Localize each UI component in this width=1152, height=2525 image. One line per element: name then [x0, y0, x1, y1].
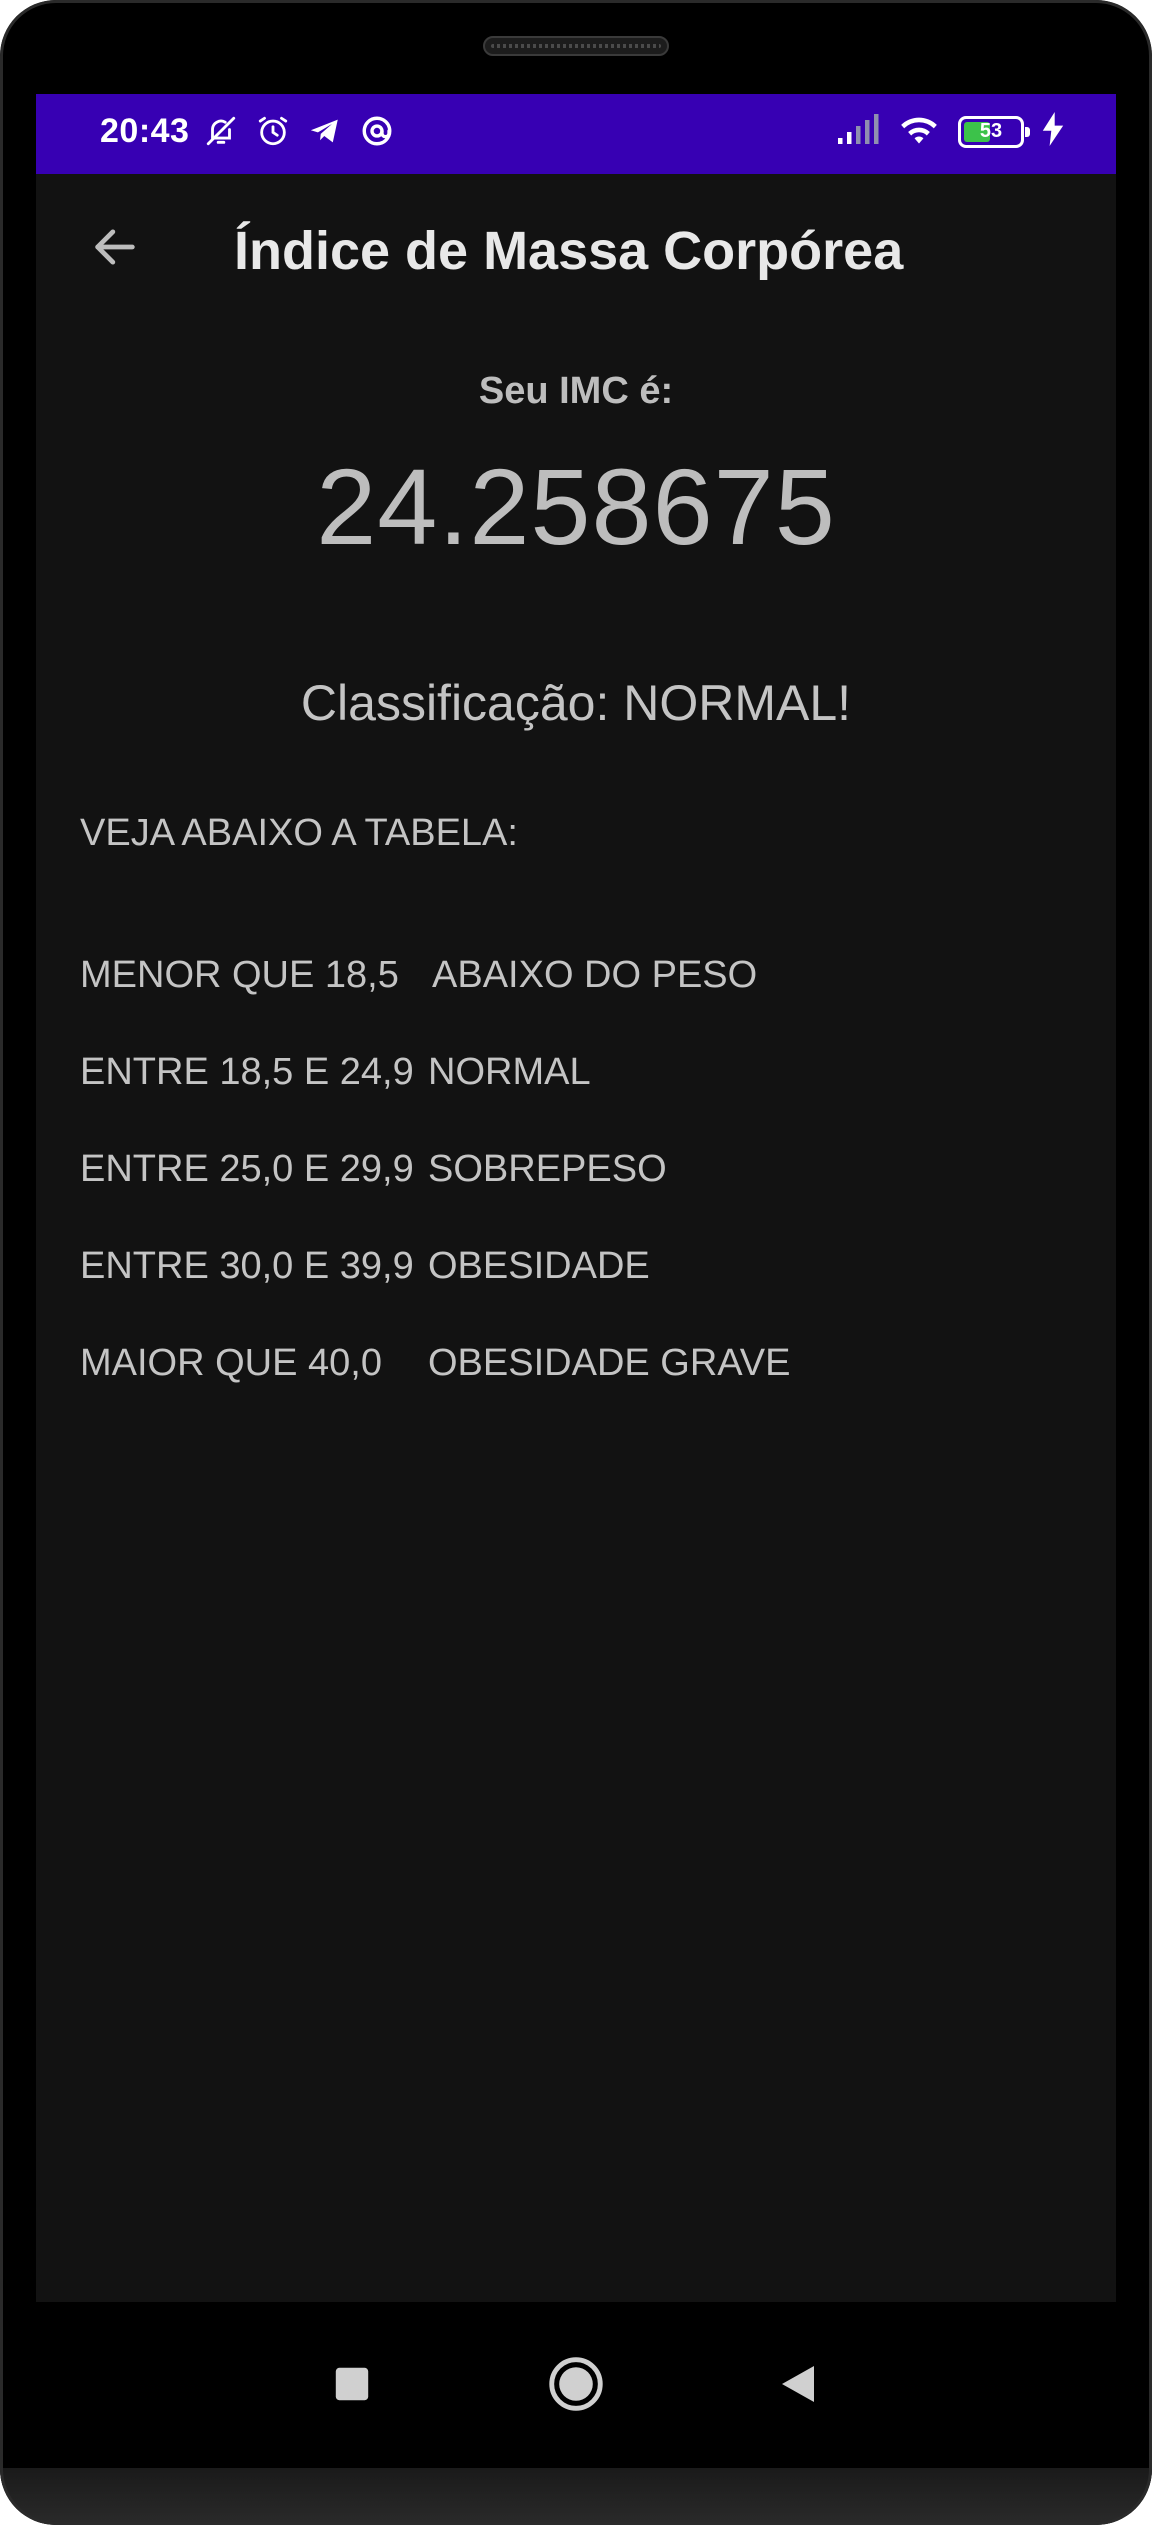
- recents-square-icon: [334, 2366, 370, 2407]
- signal-icon: [838, 114, 880, 149]
- imc-value: 24.258675: [316, 446, 836, 567]
- arrow-back-icon: [89, 221, 141, 278]
- range-label: ENTRE 30,0 E 39,9: [80, 1245, 414, 1287]
- navigation-bar: [0, 2302, 1152, 2468]
- class-label: OBESIDADE GRAVE: [428, 1342, 791, 1384]
- earpiece-speaker: [483, 36, 669, 56]
- range-label: ENTRE 25,0 E 29,9: [80, 1148, 414, 1190]
- range-label: MENOR QUE 18,5: [80, 954, 399, 996]
- class-label: SOBREPESO: [428, 1148, 667, 1190]
- class-label: OBESIDADE: [428, 1245, 650, 1287]
- system-icons: 53: [838, 112, 1064, 151]
- imc-label: Seu IMC é:: [478, 370, 674, 412]
- class-label: ABAIXO DO PESO: [432, 954, 758, 996]
- home-circle-icon: [548, 2356, 604, 2417]
- app-screen: 20:43 53 Índice de Massa Corpórea Seu IM…: [36, 94, 1116, 2302]
- telegram-icon: [308, 114, 342, 153]
- phone-device: 20:43 53 Índice de Massa Corpórea Seu IM…: [0, 0, 1152, 2525]
- status-time: 20:43: [100, 112, 190, 150]
- back-button[interactable]: [80, 214, 150, 284]
- system-back-button[interactable]: [760, 2348, 836, 2424]
- at-sign-icon: [360, 114, 394, 153]
- app-bar: Índice de Massa Corpórea: [36, 174, 1116, 334]
- class-label: NORMAL: [428, 1051, 591, 1093]
- home-button[interactable]: [538, 2348, 614, 2424]
- alarm-icon: [256, 114, 290, 153]
- range-label: MAIOR QUE 40,0: [80, 1342, 382, 1384]
- notification-icons: [204, 114, 394, 153]
- charging-icon: [1042, 112, 1064, 151]
- back-triangle-icon: [780, 2364, 816, 2409]
- wifi-icon: [898, 112, 940, 151]
- recents-button[interactable]: [314, 2348, 390, 2424]
- table-heading: VEJA ABAIXO A TABELA:: [80, 812, 518, 854]
- classification-text: Classificação: NORMAL!: [300, 675, 852, 731]
- range-label: ENTRE 18,5 E 24,9: [80, 1051, 414, 1093]
- mute-notifications-icon: [204, 114, 238, 153]
- status-bar: 20:43 53: [36, 94, 1116, 174]
- page-title: Índice de Massa Corpórea: [234, 221, 904, 281]
- device-chin: [0, 2468, 1152, 2525]
- battery-icon: 53: [958, 115, 1030, 148]
- battery-percentage: 53: [979, 120, 1003, 142]
